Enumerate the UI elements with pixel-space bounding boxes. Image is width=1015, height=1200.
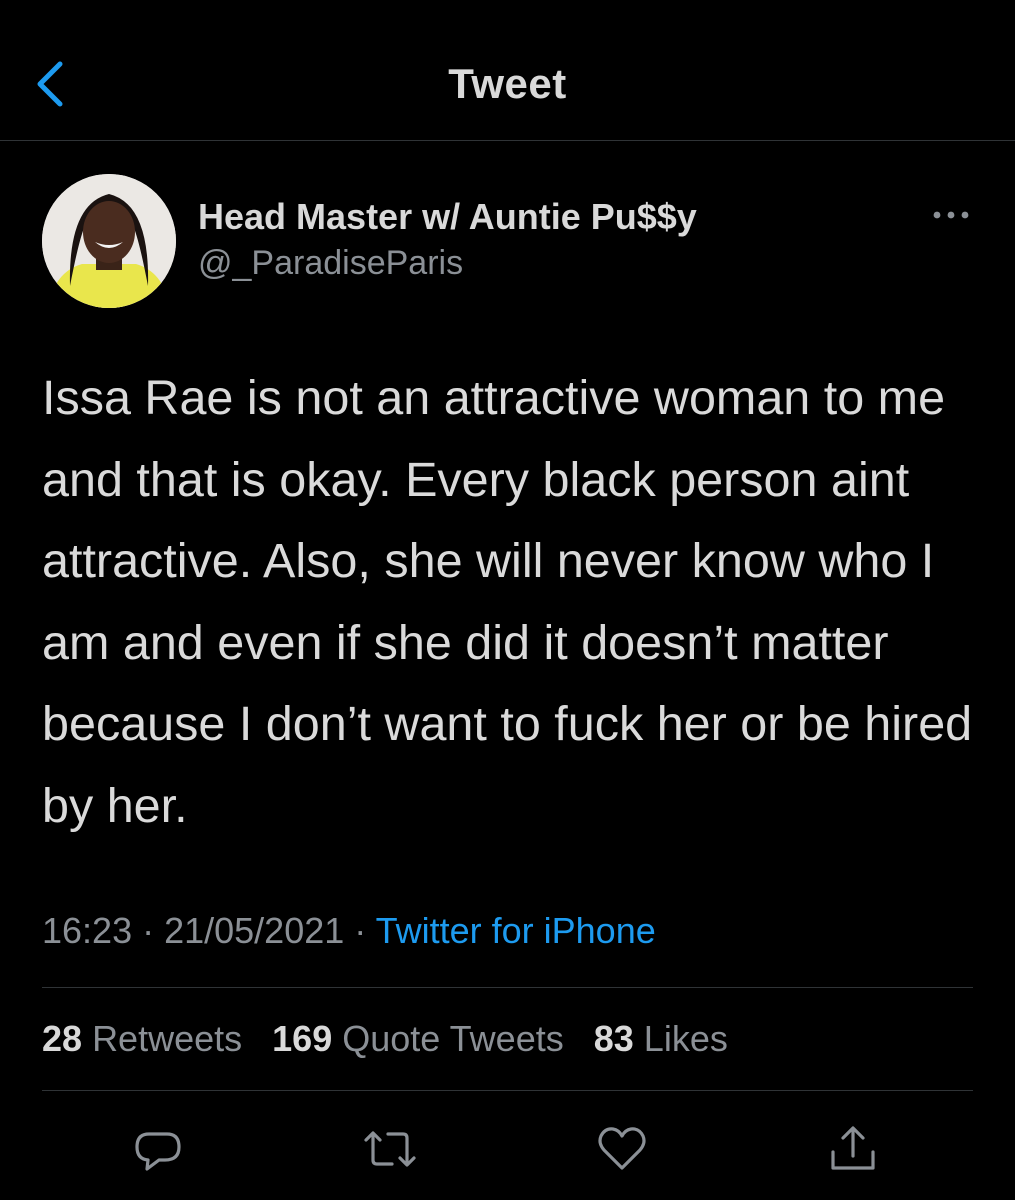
tweet-date: 21/05/2021 [164,910,345,951]
avatar[interactable] [42,174,176,308]
heart-icon [598,1127,646,1170]
like-button[interactable] [596,1124,646,1174]
retweets-label: Retweets [92,1018,243,1059]
quote-tweets-stat[interactable]: 169 Quote Tweets [272,1018,564,1059]
tweet-time: 16:23 [42,910,133,951]
retweets-count: 28 [42,1018,83,1059]
reply-icon [135,1132,181,1171]
divider [42,1090,973,1091]
tweet-text: Issa Rae is not an attractive woman to m… [42,371,973,833]
quote-tweets-label: Quote Tweets [342,1018,564,1059]
author-display-name[interactable]: Head Master w/ Auntie Pu$$y [198,196,697,238]
page-title: Tweet [448,60,567,107]
retweet-icon [364,1131,416,1167]
share-icon [831,1126,875,1170]
divider [42,987,973,988]
more-horizontal-icon [933,211,969,219]
retweets-stat[interactable]: 28 Retweets [42,1018,242,1059]
more-options-button[interactable] [926,200,976,230]
meta-separator: · [132,910,165,951]
meta-separator: · [344,910,376,951]
reply-button[interactable] [133,1124,183,1174]
retweet-button[interactable] [362,1124,416,1174]
quote-tweets-count: 169 [272,1018,333,1059]
likes-stat[interactable]: 83 Likes [594,1018,728,1059]
nav-bar: Tweet [0,0,1015,141]
tweet-source-link[interactable]: Twitter for iPhone [376,910,656,951]
tweet-meta: 16:23 · 21/05/2021 · Twitter for iPhone [42,910,656,952]
likes-label: Likes [643,1018,728,1059]
tweet-stats: 28 Retweets 169 Quote Tweets 83 Likes [42,1018,748,1060]
likes-count: 83 [593,1018,634,1059]
author-handle[interactable]: @_ParadiseParis [198,244,463,283]
share-button[interactable] [828,1124,878,1174]
